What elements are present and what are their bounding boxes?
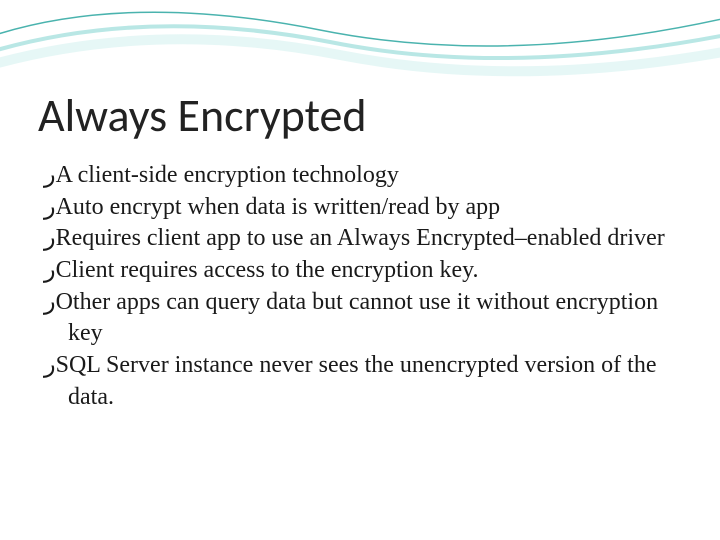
list-item-text: Auto encrypt when data is written/read b… [56, 194, 501, 220]
list-item: رOther apps can query data but cannot us… [44, 287, 676, 350]
bullet-icon: ر [44, 162, 56, 188]
bullet-icon: ر [44, 352, 56, 378]
bullet-icon: ر [44, 289, 56, 315]
list-item-text: A client-side encryption technology [56, 162, 399, 188]
list-item: رRequires client app to use an Always En… [44, 223, 676, 255]
list-item: رSQL Server instance never sees the unen… [44, 350, 676, 413]
bullet-icon: ر [44, 225, 56, 251]
list-item: رClient requires access to the encryptio… [44, 255, 676, 287]
header-swoosh [0, 0, 720, 100]
list-item-text: Client requires access to the encryption… [56, 257, 479, 283]
bullet-icon: ر [44, 194, 56, 220]
list-item-text: Requires client app to use an Always Enc… [56, 225, 665, 251]
bullet-icon: ر [44, 257, 56, 283]
list-item: رA client-side encryption technology [44, 160, 676, 192]
list-item-text: SQL Server instance never sees the unenc… [56, 352, 657, 410]
slide-title: Always Encrypted [38, 88, 367, 144]
list-item: رAuto encrypt when data is written/read … [44, 192, 676, 224]
bullet-list: رA client-side encryption technology رAu… [44, 160, 676, 413]
list-item-text: Other apps can query data but cannot use… [56, 289, 659, 347]
